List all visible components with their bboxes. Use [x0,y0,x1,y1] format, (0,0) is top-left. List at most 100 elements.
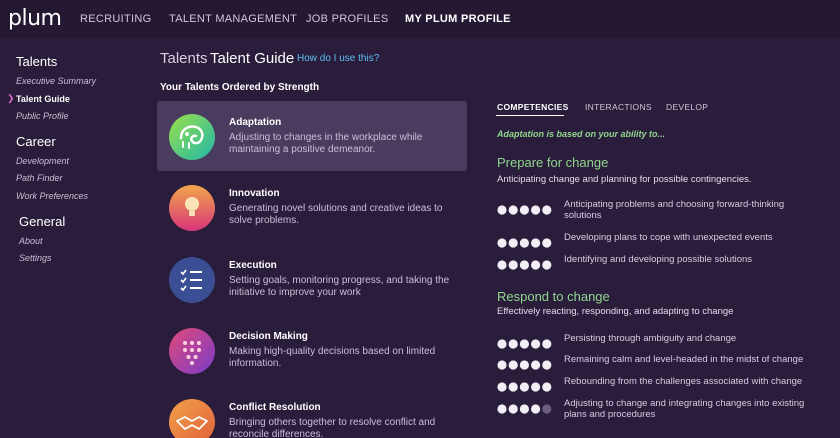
score-dot-filled [519,404,529,414]
score-dots-graphic [497,260,552,270]
page-title-prefix: Talents [160,50,208,67]
score-dots [497,235,553,248]
tab-competencies[interactable]: COMPETENCIES [497,102,569,112]
tab-develop[interactable]: DEVELOP [666,102,708,112]
section-title: Respond to change [497,289,610,304]
score-dot-filled [497,360,507,370]
checklist-icon [169,257,215,303]
top-navigation: plum RECRUITING TALENT MANAGEMENT JOB PR… [0,0,840,38]
sidebar-item-executive-summary[interactable]: Executive Summary [16,76,96,86]
sidebar-group-general: General [19,214,66,229]
sidebar: Talents Executive Summary ❯ Talent Guide… [0,38,140,438]
score-dot-empty [542,404,552,414]
score-dots-graphic [497,238,552,248]
talent-card-decision-making[interactable]: Decision Making Making high-quality deci… [157,315,467,385]
score-dot-filled [542,238,552,248]
score-dot-filled [531,339,541,349]
page-title: Talent Guide [210,50,295,67]
score-dot-filled [508,339,518,349]
active-caret-icon: ❯ [7,93,15,103]
competency-text: Rebounding from the challenges associate… [564,376,803,387]
score-dot-filled [497,260,507,270]
sidebar-item-development[interactable]: Development [16,156,69,166]
score-dots [497,336,553,349]
nav-job-profiles[interactable]: JOB PROFILES [306,13,388,25]
talent-card-execution[interactable]: Execution Setting goals, monitoring prog… [157,244,467,314]
sidebar-item-path-finder[interactable]: Path Finder [16,173,63,183]
decision-tree-icon [169,328,215,374]
talents-ordered-heading: Your Talents Ordered by Strength [160,82,320,93]
talent-name: Execution [229,260,277,271]
plum-logo[interactable]: plum [8,6,62,31]
sidebar-item-about[interactable]: About [19,236,43,246]
talent-name: Decision Making [229,331,308,342]
talent-name: Adaptation [229,117,282,128]
talent-description: Bringing others together to resolve conf… [229,417,436,438]
talent-name: Innovation [229,188,280,199]
competency-text: Remaining calm and level-headed in the m… [564,354,804,365]
score-dot-filled [519,260,529,270]
score-dots-graphic [497,205,552,215]
score-dot-filled [508,382,518,392]
score-dots [497,257,553,270]
score-dot-filled [542,339,552,349]
competency-text: Persisting through ambiguity and change [564,333,737,344]
based-on-caption: Adaptation is based on your ability to..… [497,129,666,139]
score-dot-filled [497,382,507,392]
competency-text: Adjusting to change and integrating chan… [564,398,805,420]
competency-text: Identifying and developing possible solu… [564,254,753,265]
score-dot-filled [497,238,507,248]
nav-my-plum-profile[interactable]: MY PLUM PROFILE [405,13,511,25]
talent-card-adaptation[interactable]: Adaptation Adjusting to changes in the w… [157,101,467,171]
nav-recruiting[interactable]: RECRUITING [80,13,151,25]
sidebar-group-career: Career [16,134,56,149]
talent-description: Adjusting to changes in the workplace wh… [229,132,423,155]
score-dots [497,357,553,370]
score-dot-filled [531,360,541,370]
talent-description: Making high-quality decisions based on l… [229,346,436,369]
score-dot-filled [508,360,518,370]
score-dot-filled [508,260,518,270]
score-dot-filled [508,404,518,414]
how-to-use-link[interactable]: How do I use this? [297,53,379,64]
score-dot-filled [497,205,507,215]
section-title: Prepare for change [497,155,609,170]
score-dot-filled [519,238,529,248]
sidebar-item-work-preferences[interactable]: Work Preferences [16,191,88,201]
sidebar-item-talent-guide[interactable]: Talent Guide [16,94,70,104]
nav-talent-management[interactable]: TALENT MANAGEMENT [169,13,297,25]
competency-text: Developing plans to cope with unexpected… [564,232,773,243]
score-dot-filled [497,404,507,414]
talent-card-conflict-resolution[interactable]: Conflict Resolution Bringing others toge… [157,386,467,438]
competency-text: Anticipating problems and choosing forwa… [564,199,785,221]
score-dot-filled [542,260,552,270]
talent-description: Generating novel solutions and creative … [229,203,443,226]
section-subtitle: Anticipating change and planning for pos… [497,174,752,185]
score-dot-filled [542,205,552,215]
section-subtitle: Effectively reacting, responding, and ad… [497,306,734,317]
score-dots-graphic [497,382,552,392]
score-dots-graphic [497,339,552,349]
talent-name: Conflict Resolution [229,402,321,413]
score-dots-graphic [497,360,552,370]
score-dots [497,379,553,392]
active-tab-underline [496,115,564,116]
sidebar-item-public-profile[interactable]: Public Profile [16,111,69,121]
score-dot-filled [542,360,552,370]
score-dot-filled [508,238,518,248]
score-dot-filled [531,404,541,414]
score-dots [497,401,553,414]
sidebar-item-settings[interactable]: Settings [19,253,52,263]
score-dot-filled [508,205,518,215]
score-dot-filled [497,339,507,349]
talent-description: Setting goals, monitoring progress, and … [229,275,450,298]
score-dots-graphic [497,404,552,414]
score-dot-filled [531,260,541,270]
talent-card-innovation[interactable]: Innovation Generating novel solutions an… [157,172,467,242]
chameleon-icon [169,114,215,160]
score-dot-filled [531,382,541,392]
tab-interactions[interactable]: INTERACTIONS [585,102,652,112]
score-dot-filled [531,205,541,215]
score-dot-filled [519,205,529,215]
score-dot-filled [542,382,552,392]
